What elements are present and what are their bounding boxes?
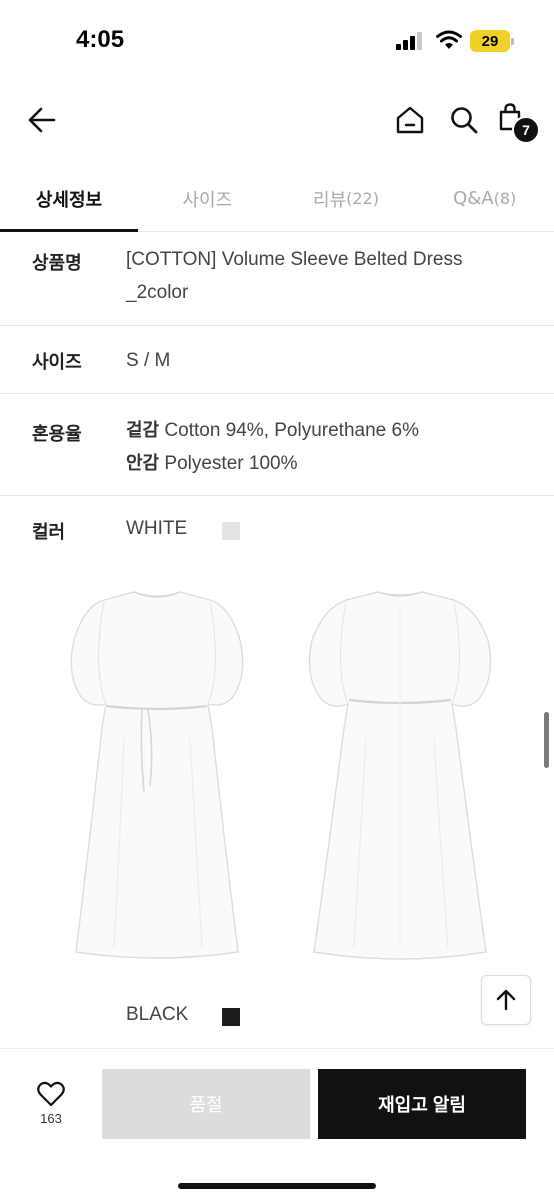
tab-reviews-label: 리뷰 bbox=[313, 189, 347, 211]
home-button[interactable] bbox=[390, 100, 430, 140]
search-icon bbox=[451, 107, 478, 134]
inner-fabric-label: 안감 bbox=[126, 453, 160, 474]
material-label: 혼용율 bbox=[32, 424, 82, 445]
size-label: 사이즈 bbox=[32, 352, 82, 373]
like-button[interactable]: 163 bbox=[20, 1081, 82, 1137]
tab-details-label: 상세정보 bbox=[35, 189, 103, 211]
like-count: 163 bbox=[40, 1111, 62, 1126]
status-time: 4:05 bbox=[76, 26, 125, 53]
white-dress-front-image bbox=[70, 591, 244, 959]
scrollbar[interactable] bbox=[544, 712, 549, 768]
tab-reviews[interactable]: 리뷰 (22) bbox=[277, 166, 416, 231]
white-dress-back-image bbox=[308, 591, 492, 960]
size-value: S / M bbox=[126, 350, 171, 371]
product-tabs: 상세정보 사이즈 리뷰 (22) Q&A (8) bbox=[0, 166, 554, 232]
scroll-to-top-button[interactable] bbox=[481, 975, 531, 1025]
tab-qna-count: (8) bbox=[493, 189, 517, 208]
cart-count-badge: 7 bbox=[512, 116, 540, 144]
search-button[interactable] bbox=[444, 100, 484, 140]
cellular-signal-icon bbox=[396, 32, 424, 50]
material-value: 겉감 Cotton 94%, Polyurethane 6% 안감 Polyes… bbox=[126, 414, 514, 480]
tab-qna[interactable]: Q&A (8) bbox=[415, 166, 554, 231]
color-swatch-black bbox=[222, 1008, 240, 1026]
app-header: 7 bbox=[0, 90, 554, 150]
arrow-up-icon bbox=[496, 989, 516, 1011]
outer-fabric-label: 겉감 bbox=[126, 420, 160, 441]
tab-reviews-count: (22) bbox=[346, 189, 379, 208]
wifi-icon bbox=[436, 30, 462, 49]
bottom-action-bar: 163 품절 재입고 알림 bbox=[0, 1048, 554, 1200]
product-name-line2: _2color bbox=[126, 282, 189, 303]
inner-fabric-value: Polyester 100% bbox=[164, 453, 298, 474]
restock-alert-button[interactable]: 재입고 알림 bbox=[318, 1069, 526, 1139]
sold-out-button[interactable]: 품절 bbox=[102, 1069, 310, 1139]
product-name-line1: [COTTON] Volume Sleeve Belted Dress bbox=[126, 249, 463, 270]
tab-size[interactable]: 사이즈 bbox=[138, 166, 277, 231]
home-indicator bbox=[178, 1183, 376, 1189]
color-label: 컬러 bbox=[32, 522, 66, 543]
heart-icon bbox=[37, 1081, 65, 1107]
product-name-row: 상품명 [COTTON] Volume Sleeve Belted Dress … bbox=[0, 232, 554, 326]
tab-size-label: 사이즈 bbox=[182, 189, 233, 211]
outer-fabric-value: Cotton 94%, Polyurethane 6% bbox=[164, 420, 419, 441]
tab-qna-label: Q&A bbox=[453, 188, 494, 209]
back-arrow-icon bbox=[28, 107, 56, 133]
home-icon bbox=[396, 106, 424, 134]
material-row: 혼용율 겉감 Cotton 94%, Polyurethane 6% 안감 Po… bbox=[0, 394, 554, 496]
status-bar: 4:05 29 bbox=[0, 0, 554, 80]
size-row: 사이즈 S / M bbox=[0, 326, 554, 394]
cart-button[interactable]: 7 bbox=[494, 100, 540, 144]
color-name-black: BLACK bbox=[126, 1004, 189, 1025]
back-button[interactable] bbox=[22, 100, 62, 140]
product-name-label: 상품명 bbox=[32, 253, 82, 274]
color-name-white: WHITE bbox=[126, 518, 188, 539]
tab-details[interactable]: 상세정보 bbox=[0, 166, 138, 232]
battery-indicator: 29 bbox=[470, 30, 514, 52]
color-swatch-white bbox=[222, 522, 240, 540]
product-name-value: [COTTON] Volume Sleeve Belted Dress _2co… bbox=[126, 243, 514, 309]
